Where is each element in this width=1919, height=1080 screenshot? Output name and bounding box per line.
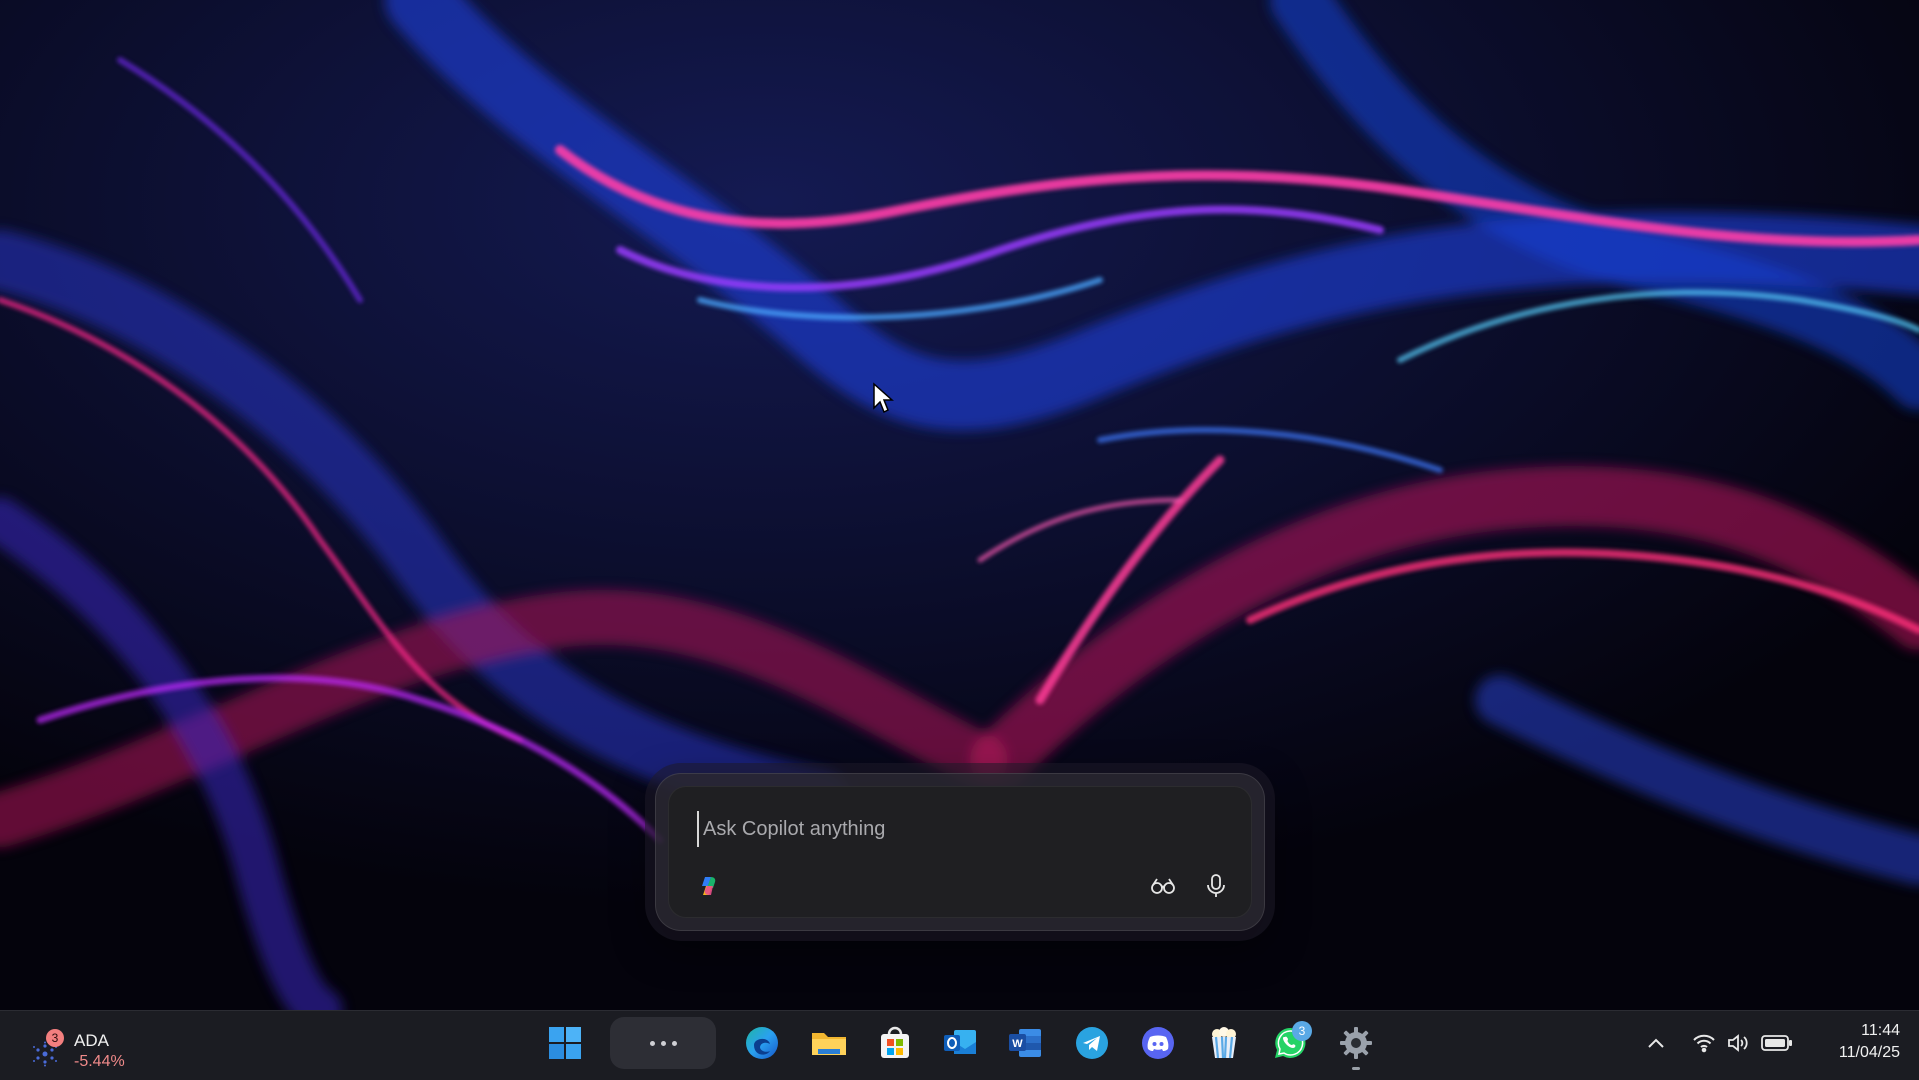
clock-time: 11:44 bbox=[1861, 1022, 1900, 1039]
running-indicator bbox=[1352, 1067, 1360, 1070]
word-button[interactable]: W bbox=[997, 1015, 1053, 1071]
copilot-composer bbox=[655, 773, 1265, 931]
windows-logo-icon bbox=[549, 1027, 581, 1059]
clock[interactable]: 11:44 11/04/25 bbox=[1800, 1020, 1900, 1064]
outlook-button[interactable] bbox=[932, 1015, 988, 1071]
folder-icon bbox=[812, 1033, 846, 1055]
popcorn-app-button[interactable] bbox=[1196, 1015, 1252, 1071]
wifi-icon bbox=[1693, 1034, 1715, 1053]
copilot-input[interactable] bbox=[697, 811, 1165, 847]
crypto-widget[interactable]: 3 ADA -5.44% bbox=[26, 1023, 146, 1070]
network-button[interactable] bbox=[1690, 1028, 1718, 1058]
widget-notification-badge: 3 bbox=[46, 1029, 64, 1047]
settings-button[interactable] bbox=[1328, 1015, 1384, 1071]
gear-icon bbox=[1340, 1027, 1372, 1059]
volume-button[interactable] bbox=[1724, 1028, 1752, 1058]
copilot-logo-icon[interactable] bbox=[693, 869, 727, 903]
start-button[interactable] bbox=[537, 1015, 593, 1071]
clock-date: 11/04/25 bbox=[1838, 1044, 1900, 1061]
copilot-composer-inner bbox=[668, 786, 1252, 918]
whatsapp-badge: 3 bbox=[1292, 1021, 1312, 1041]
telegram-button[interactable] bbox=[1064, 1015, 1120, 1071]
file-explorer-button[interactable] bbox=[801, 1015, 857, 1071]
widget-change: -5.44% bbox=[74, 1053, 125, 1070]
volume-icon bbox=[1728, 1034, 1748, 1052]
popcorn-icon bbox=[1212, 1027, 1236, 1059]
edge-button[interactable] bbox=[734, 1015, 790, 1071]
outlook-icon bbox=[944, 1030, 976, 1054]
chevron-up-icon bbox=[1648, 1038, 1664, 1048]
svg-text:W: W bbox=[1012, 1038, 1023, 1050]
ellipsis-icon bbox=[647, 1040, 680, 1046]
discord-icon bbox=[1142, 1027, 1174, 1059]
telegram-icon bbox=[1076, 1027, 1108, 1059]
more-button[interactable] bbox=[610, 1017, 716, 1069]
microphone-icon[interactable] bbox=[1199, 869, 1233, 903]
battery-button[interactable] bbox=[1760, 1028, 1794, 1058]
widget-symbol: ADA bbox=[74, 1031, 109, 1050]
mouse-cursor bbox=[873, 382, 894, 414]
word-icon: W bbox=[1009, 1029, 1041, 1057]
edge-icon bbox=[746, 1027, 778, 1059]
whatsapp-button[interactable]: 3 bbox=[1262, 1015, 1318, 1071]
battery-icon bbox=[1761, 1035, 1792, 1051]
store-button[interactable] bbox=[867, 1015, 923, 1071]
show-hidden-icons-button[interactable] bbox=[1644, 1028, 1668, 1058]
discord-button[interactable] bbox=[1130, 1015, 1186, 1071]
store-icon bbox=[881, 1026, 909, 1058]
vision-glasses-icon[interactable] bbox=[1146, 869, 1180, 903]
